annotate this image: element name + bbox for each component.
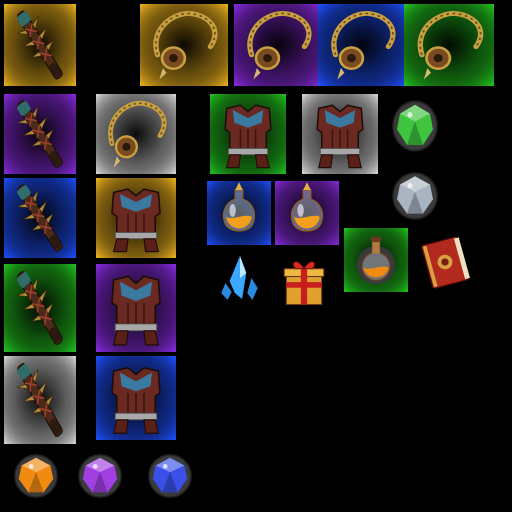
spiked-club-icon [4, 4, 76, 86]
leather-armor-icon [210, 94, 286, 174]
gift-box-icon [278, 253, 330, 309]
leather-armor-icon [96, 264, 176, 352]
leather-armor-icon [96, 178, 176, 258]
spiked-club-icon [4, 94, 76, 174]
purple-gem-icon [76, 452, 124, 500]
mana-crystal-icon [214, 253, 266, 303]
spiked-club-icon [4, 356, 76, 444]
sprite-atlas [0, 0, 512, 512]
leather-armor-icon [96, 356, 176, 440]
round-potion-icon [344, 228, 408, 292]
health-potion-icon [275, 181, 339, 245]
health-potion-icon [207, 181, 271, 245]
spiked-club-icon [4, 178, 76, 258]
rope-amulet-icon [234, 4, 322, 86]
rope-amulet-icon [404, 4, 494, 86]
red-book-icon [414, 232, 476, 292]
spiked-club-icon [4, 264, 76, 352]
blue-gem-icon [146, 452, 194, 500]
green-gem-icon [390, 98, 440, 154]
orange-gem-icon [12, 452, 60, 500]
leather-armor-icon [302, 94, 378, 174]
rope-amulet-icon [140, 4, 228, 86]
rope-amulet-icon [318, 4, 406, 86]
rope-amulet-icon [96, 94, 176, 174]
silver-gem-icon [390, 170, 440, 222]
